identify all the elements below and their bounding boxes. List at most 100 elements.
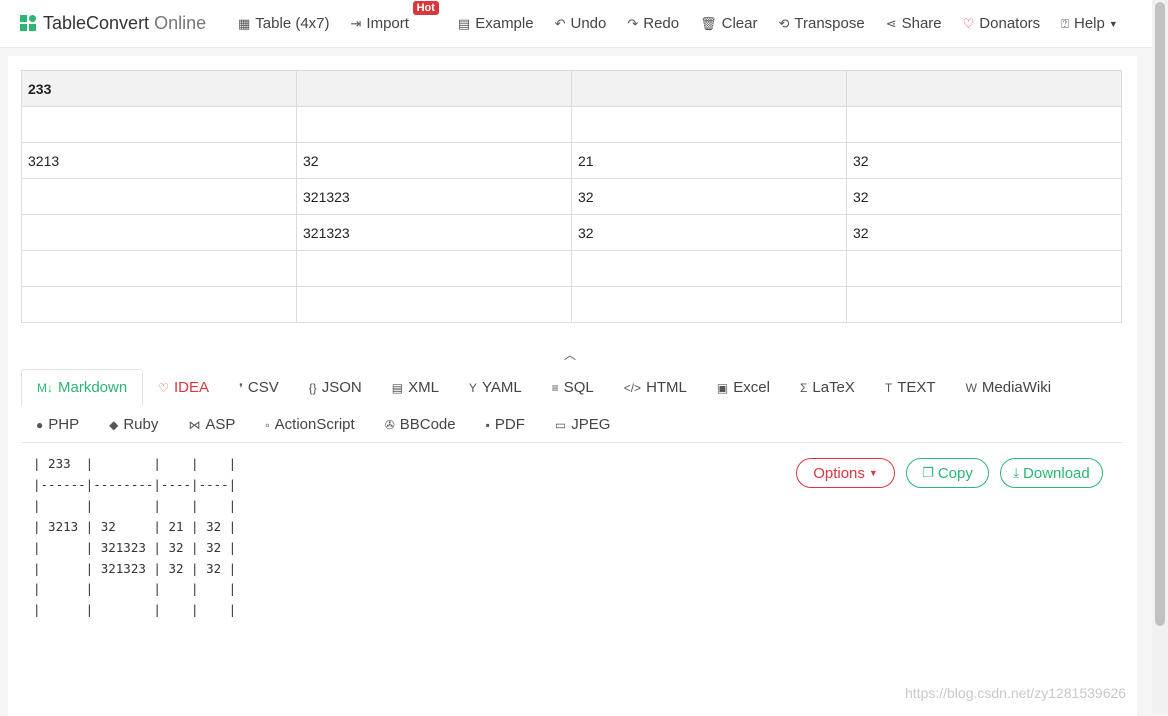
download-button[interactable]: ⤓ Download: [1000, 458, 1103, 488]
import-icon: ⇥: [350, 15, 362, 31]
tab-label: XML: [408, 379, 439, 396]
format-tabs: M↓ Markdown ♡ IDEA ❜ CSV {} JSON ▤ XML Y YAML ≡ SQL </…: [21, 369, 1123, 443]
tab-label: JPEG: [571, 416, 611, 433]
output-actions: Options ▼ ❐ Copy ⤓ Download: [796, 458, 1114, 488]
table-cell[interactable]: 32: [846, 142, 1122, 179]
nav-clear[interactable]: 🗑 Clear: [700, 15, 757, 32]
tab-text[interactable]: T TEXT: [870, 369, 951, 406]
table-cell[interactable]: [21, 286, 297, 323]
tab-excel[interactable]: ▣ Excel: [702, 369, 785, 406]
table-cell[interactable]: [846, 106, 1122, 143]
nav-import[interactable]: ⇥ Import Hot: [350, 1, 439, 32]
table-cell[interactable]: [21, 250, 297, 287]
scrollbar-thumb[interactable]: [1155, 2, 1165, 626]
brand[interactable]: TableConvert Online: [20, 13, 216, 34]
nav-transpose[interactable]: ⟲ Transpose: [778, 15, 864, 32]
table-cell[interactable]: 32: [571, 214, 847, 251]
nav-example[interactable]: ▤ Example: [458, 15, 534, 32]
tab-actionscript[interactable]: ▫ ActionScript: [250, 406, 369, 443]
tab-divider: [21, 442, 1123, 443]
table-cell[interactable]: 32: [846, 178, 1122, 215]
nav-undo[interactable]: ↶ Undo: [555, 15, 607, 32]
tab-label: IDEA: [173, 379, 209, 396]
tab-html[interactable]: </> HTML: [609, 369, 702, 406]
options-button[interactable]: Options ▼: [796, 458, 895, 488]
table-cell[interactable]: [296, 250, 572, 287]
tab-yaml[interactable]: Y YAML: [454, 369, 537, 406]
markdown-icon: M↓: [37, 380, 53, 395]
table-cell[interactable]: 32: [571, 178, 847, 215]
table-cell[interactable]: [21, 178, 297, 215]
table-cell[interactable]: [21, 214, 297, 251]
page-scrollbar[interactable]: [1152, 0, 1168, 713]
tab-xml[interactable]: ▤ XML: [377, 369, 454, 406]
tab-pdf[interactable]: ▪ PDF: [471, 406, 540, 443]
tab-php[interactable]: ● PHP: [21, 406, 94, 443]
markdown-output[interactable]: | 233 | | | | |------|--------|----|----…: [33, 454, 236, 621]
bbcode-icon: ✇: [384, 417, 395, 432]
nav-share[interactable]: ⋖ Share: [886, 15, 942, 32]
tab-idea[interactable]: ♡ IDEA: [143, 369, 224, 406]
table-cell[interactable]: [571, 286, 847, 323]
xml-icon: ▤: [391, 380, 404, 395]
tab-mediawiki[interactable]: W MediaWiki: [951, 369, 1067, 406]
table-cell[interactable]: [571, 250, 847, 287]
table-cell[interactable]: [846, 250, 1122, 287]
jpeg-icon: ▭: [554, 417, 567, 432]
table-cell[interactable]: 32: [846, 214, 1122, 251]
tab-label: SQL: [563, 379, 594, 396]
pdf-icon: ▪: [485, 417, 490, 432]
nav-table-size[interactable]: ▦ Table (4x7): [238, 15, 330, 32]
nav-undo-label: Undo: [570, 15, 607, 32]
tab-jpeg[interactable]: ▭ JPEG: [540, 406, 626, 443]
table-cell[interactable]: 233: [21, 70, 297, 107]
tab-label: TEXT: [897, 379, 936, 396]
table-cell[interactable]: 21: [571, 142, 847, 179]
tab-label: YAML: [481, 379, 522, 396]
tab-asp[interactable]: ⋈ ASP: [173, 406, 250, 443]
watermark: https://blog.csdn.net/zy1281539626: [905, 685, 1127, 701]
tab-markdown[interactable]: M↓ Markdown: [21, 369, 144, 406]
tab-label: LaTeX: [812, 379, 855, 396]
nav-share-label: Share: [901, 15, 942, 32]
share-icon: ⋖: [885, 15, 897, 31]
tab-json[interactable]: {} JSON: [294, 369, 377, 406]
table-cell[interactable]: 321323: [296, 178, 572, 215]
nav-redo[interactable]: ↷ Redo: [627, 15, 679, 32]
table-cell[interactable]: [21, 106, 297, 143]
tab-csv[interactable]: ❜ CSV: [224, 369, 294, 406]
table-cell[interactable]: 321323: [296, 214, 572, 251]
table-cell[interactable]: 32: [296, 142, 572, 179]
copy-label: Copy: [937, 464, 973, 482]
table-cell[interactable]: [296, 70, 572, 107]
copy-button[interactable]: ❐ Copy: [906, 458, 989, 488]
table-cell[interactable]: [846, 286, 1122, 323]
brand-logo-icon: [20, 15, 37, 32]
table-cell[interactable]: [296, 286, 572, 323]
table-row: [21, 250, 1122, 287]
table-cell[interactable]: [846, 70, 1122, 107]
tab-ruby[interactable]: ◆ Ruby: [94, 406, 173, 443]
table-cell[interactable]: [571, 70, 847, 107]
brand-name: TableConvert: [43, 13, 150, 33]
top-navbar: TableConvert Online ▦ Table (4x7) ⇥ Impo…: [0, 0, 1152, 48]
table-cell[interactable]: [571, 106, 847, 143]
tab-sql[interactable]: ≡ SQL: [537, 369, 609, 406]
table-row: 321323 32 32: [21, 214, 1122, 251]
collapse-chevron-up-icon[interactable]: ︿: [564, 346, 576, 363]
table-cell[interactable]: [296, 106, 572, 143]
main-card: 233 3213 32 21 32 321323 32 32 321323 32 32 ︿ M↓ Ma…: [8, 56, 1137, 716]
yaml-icon: Y: [468, 380, 477, 395]
nav-redo-label: Redo: [643, 15, 680, 32]
tab-label: CSV: [247, 379, 279, 396]
tab-label: PHP: [48, 416, 80, 433]
tab-bbcode[interactable]: ✇ BBCode: [370, 406, 471, 443]
tab-latex[interactable]: Σ LaTeX: [785, 369, 870, 406]
table-cell[interactable]: 3213: [21, 142, 297, 179]
nav-donators[interactable]: ♡ Donators: [963, 15, 1041, 32]
format-tab-row-1: M↓ Markdown ♡ IDEA ❜ CSV {} JSON ▤ XML Y YAML ≡ SQL </…: [21, 369, 1123, 406]
nav-clear-label: Clear: [721, 15, 758, 32]
nav-help[interactable]: ⍰ Help ▼: [1061, 15, 1118, 32]
data-grid: 233 3213 32 21 32 321323 32 32 321323 32 32: [21, 70, 1122, 323]
nav-transpose-label: Transpose: [794, 15, 865, 32]
